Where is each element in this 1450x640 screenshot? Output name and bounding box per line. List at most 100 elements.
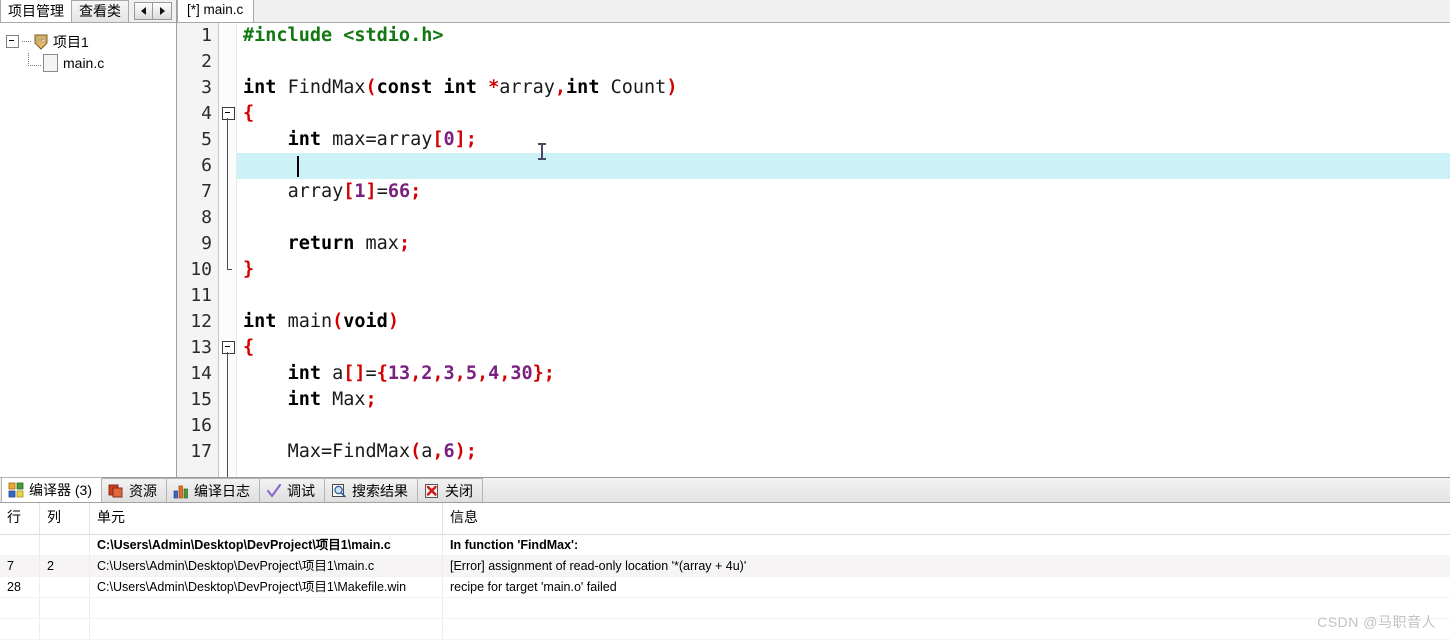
tab-project-management[interactable]: 项目管理 [0,0,72,22]
triangle-left-icon [141,6,146,15]
project-explorer-tabbar: 项目管理 查看类 [0,0,176,23]
project-explorer-panel: 项目管理 查看类 项目1 main.c [0,0,177,477]
code-text-area[interactable]: #include <stdio.h> int FindMax(const int… [237,23,1450,477]
output-panel: 编译器 (3) 资源 编译日志 调试 搜索结果 关闭 行 列 单元 信息 C:\… [0,477,1450,640]
line-number: 8 [201,207,212,228]
fold-range-line-findmax [227,118,228,269]
table-row-empty[interactable] [0,619,1450,640]
cell-unit: C:\Users\Admin\Desktop\DevProject\项目1\Ma… [90,577,443,597]
column-header-unit[interactable]: 单元 [90,503,443,534]
editor-tabbar: [*] main.c [177,0,1450,23]
tab-search-results-label: 搜索结果 [352,482,408,499]
magnifier-icon [332,483,346,497]
editor-tab-main-c[interactable]: [*] main.c [177,0,255,22]
code-line[interactable]: array[1]=66; [237,179,1450,205]
mouse-ibeam-pointer [538,143,546,160]
cell-row [0,598,40,618]
code-line[interactable]: } [237,257,1450,283]
code-line[interactable] [237,205,1450,231]
code-line[interactable]: #include <stdio.h> [237,23,1450,49]
cell-unit [90,619,443,639]
line-number: 4 [201,103,212,124]
tree-item-file[interactable]: main.c [6,52,176,73]
tab-scroll-right-button[interactable] [153,1,172,20]
code-line[interactable] [237,153,1450,179]
code-folding-column[interactable] [219,23,237,477]
tab-view-classes[interactable]: 查看类 [71,0,129,22]
compiler-messages-grid[interactable]: 行 列 单元 信息 C:\Users\Admin\Desktop\DevProj… [0,503,1450,640]
code-line[interactable]: int Max; [237,387,1450,413]
column-header-row[interactable]: 行 [0,503,40,534]
tab-compile-log[interactable]: 编译日志 [166,478,260,502]
code-line[interactable] [237,49,1450,75]
table-row-empty[interactable] [0,598,1450,619]
tab-debug[interactable]: 调试 [259,478,325,502]
line-number: 11 [190,285,212,306]
cell-row [0,535,40,555]
line-number: 13 [190,337,212,358]
collapse-expander-icon[interactable] [6,35,19,48]
code-line[interactable] [237,283,1450,309]
table-row[interactable]: 7 2 C:\Users\Admin\Desktop\DevProject\项目… [0,556,1450,577]
column-header-message[interactable]: 信息 [443,503,1450,534]
cell-col [40,598,90,618]
column-header-col[interactable]: 列 [40,503,90,534]
cell-unit [90,598,443,618]
code-editor[interactable]: 1 2 3 4 5 6 7 8 9 10 11 12 13 14 15 16 1 [177,23,1450,477]
tab-resources[interactable]: 资源 [101,478,167,502]
fold-toggle-main-icon[interactable] [222,341,235,354]
line-number: 5 [201,129,212,150]
c-file-icon [43,53,58,72]
code-line[interactable]: int max=array[0]; [237,127,1450,153]
tree-branch-icon [28,53,41,66]
line-number: 3 [201,77,212,98]
code-line[interactable]: { [237,335,1450,361]
code-line[interactable]: int FindMax(const int *array,int Count) [237,75,1450,101]
line-number: 10 [190,259,212,280]
cell-col [40,577,90,597]
cell-row: 7 [0,556,40,576]
tab-close-label: 关闭 [445,482,473,499]
tree-item-project[interactable]: 项目1 [6,31,176,52]
table-row[interactable]: C:\Users\Admin\Desktop\DevProject\项目1\ma… [0,535,1450,556]
ide-window: 项目管理 查看类 项目1 main.c [*] main.c 1 2 3 4 5… [0,0,1450,640]
line-number: 12 [190,311,212,332]
cell-message [443,598,1450,618]
tree-connector-icon [22,40,31,43]
tab-search-results[interactable]: 搜索结果 [324,478,418,502]
tab-compile-log-label: 编译日志 [194,482,250,499]
table-row[interactable]: 28 C:\Users\Admin\Desktop\DevProject\项目1… [0,577,1450,598]
tab-compiler[interactable]: 编译器 (3) [1,477,102,502]
cell-col [40,619,90,639]
code-line[interactable]: int a[]={13,2,3,5,4,30}; [237,361,1450,387]
code-line[interactable] [237,413,1450,439]
tab-resources-label: 资源 [129,482,157,499]
top-area: 项目管理 查看类 项目1 main.c [*] main.c 1 2 3 4 5… [0,0,1450,477]
tree-item-project-label: 项目1 [53,33,89,50]
project-tree: 项目1 main.c [0,23,176,477]
editor-panel: [*] main.c 1 2 3 4 5 6 7 8 9 10 11 12 13… [177,0,1450,477]
tab-compiler-label: 编译器 (3) [29,482,92,498]
triangle-right-icon [159,6,165,15]
tab-debug-label: 调试 [287,482,315,499]
cell-col: 2 [40,556,90,576]
cell-message: In function 'FindMax': [450,538,579,552]
cell-message: recipe for target 'main.o' failed [450,580,617,594]
code-line[interactable]: Max=FindMax(a,6); [237,439,1450,465]
project-shield-icon [34,34,48,50]
cell-unit: C:\Users\Admin\Desktop\DevProject\项目1\ma… [90,556,443,576]
copy-pages-icon [108,484,123,497]
tab-scroll-left-button[interactable] [134,1,153,20]
cell-unit: C:\Users\Admin\Desktop\DevProject\项目1\ma… [90,535,443,555]
tab-close[interactable]: 关闭 [417,478,483,502]
line-number: 6 [201,155,212,176]
code-line[interactable]: int main(void) [237,309,1450,335]
fold-toggle-findmax-icon[interactable] [222,107,235,120]
checkmark-icon [266,483,282,497]
code-line[interactable]: return max; [237,231,1450,257]
editor-tab-label: [*] main.c [187,2,244,17]
grid-squares-icon [8,482,24,498]
code-line[interactable]: { [237,101,1450,127]
bar-chart-icon [173,485,188,498]
line-number: 15 [190,389,212,410]
